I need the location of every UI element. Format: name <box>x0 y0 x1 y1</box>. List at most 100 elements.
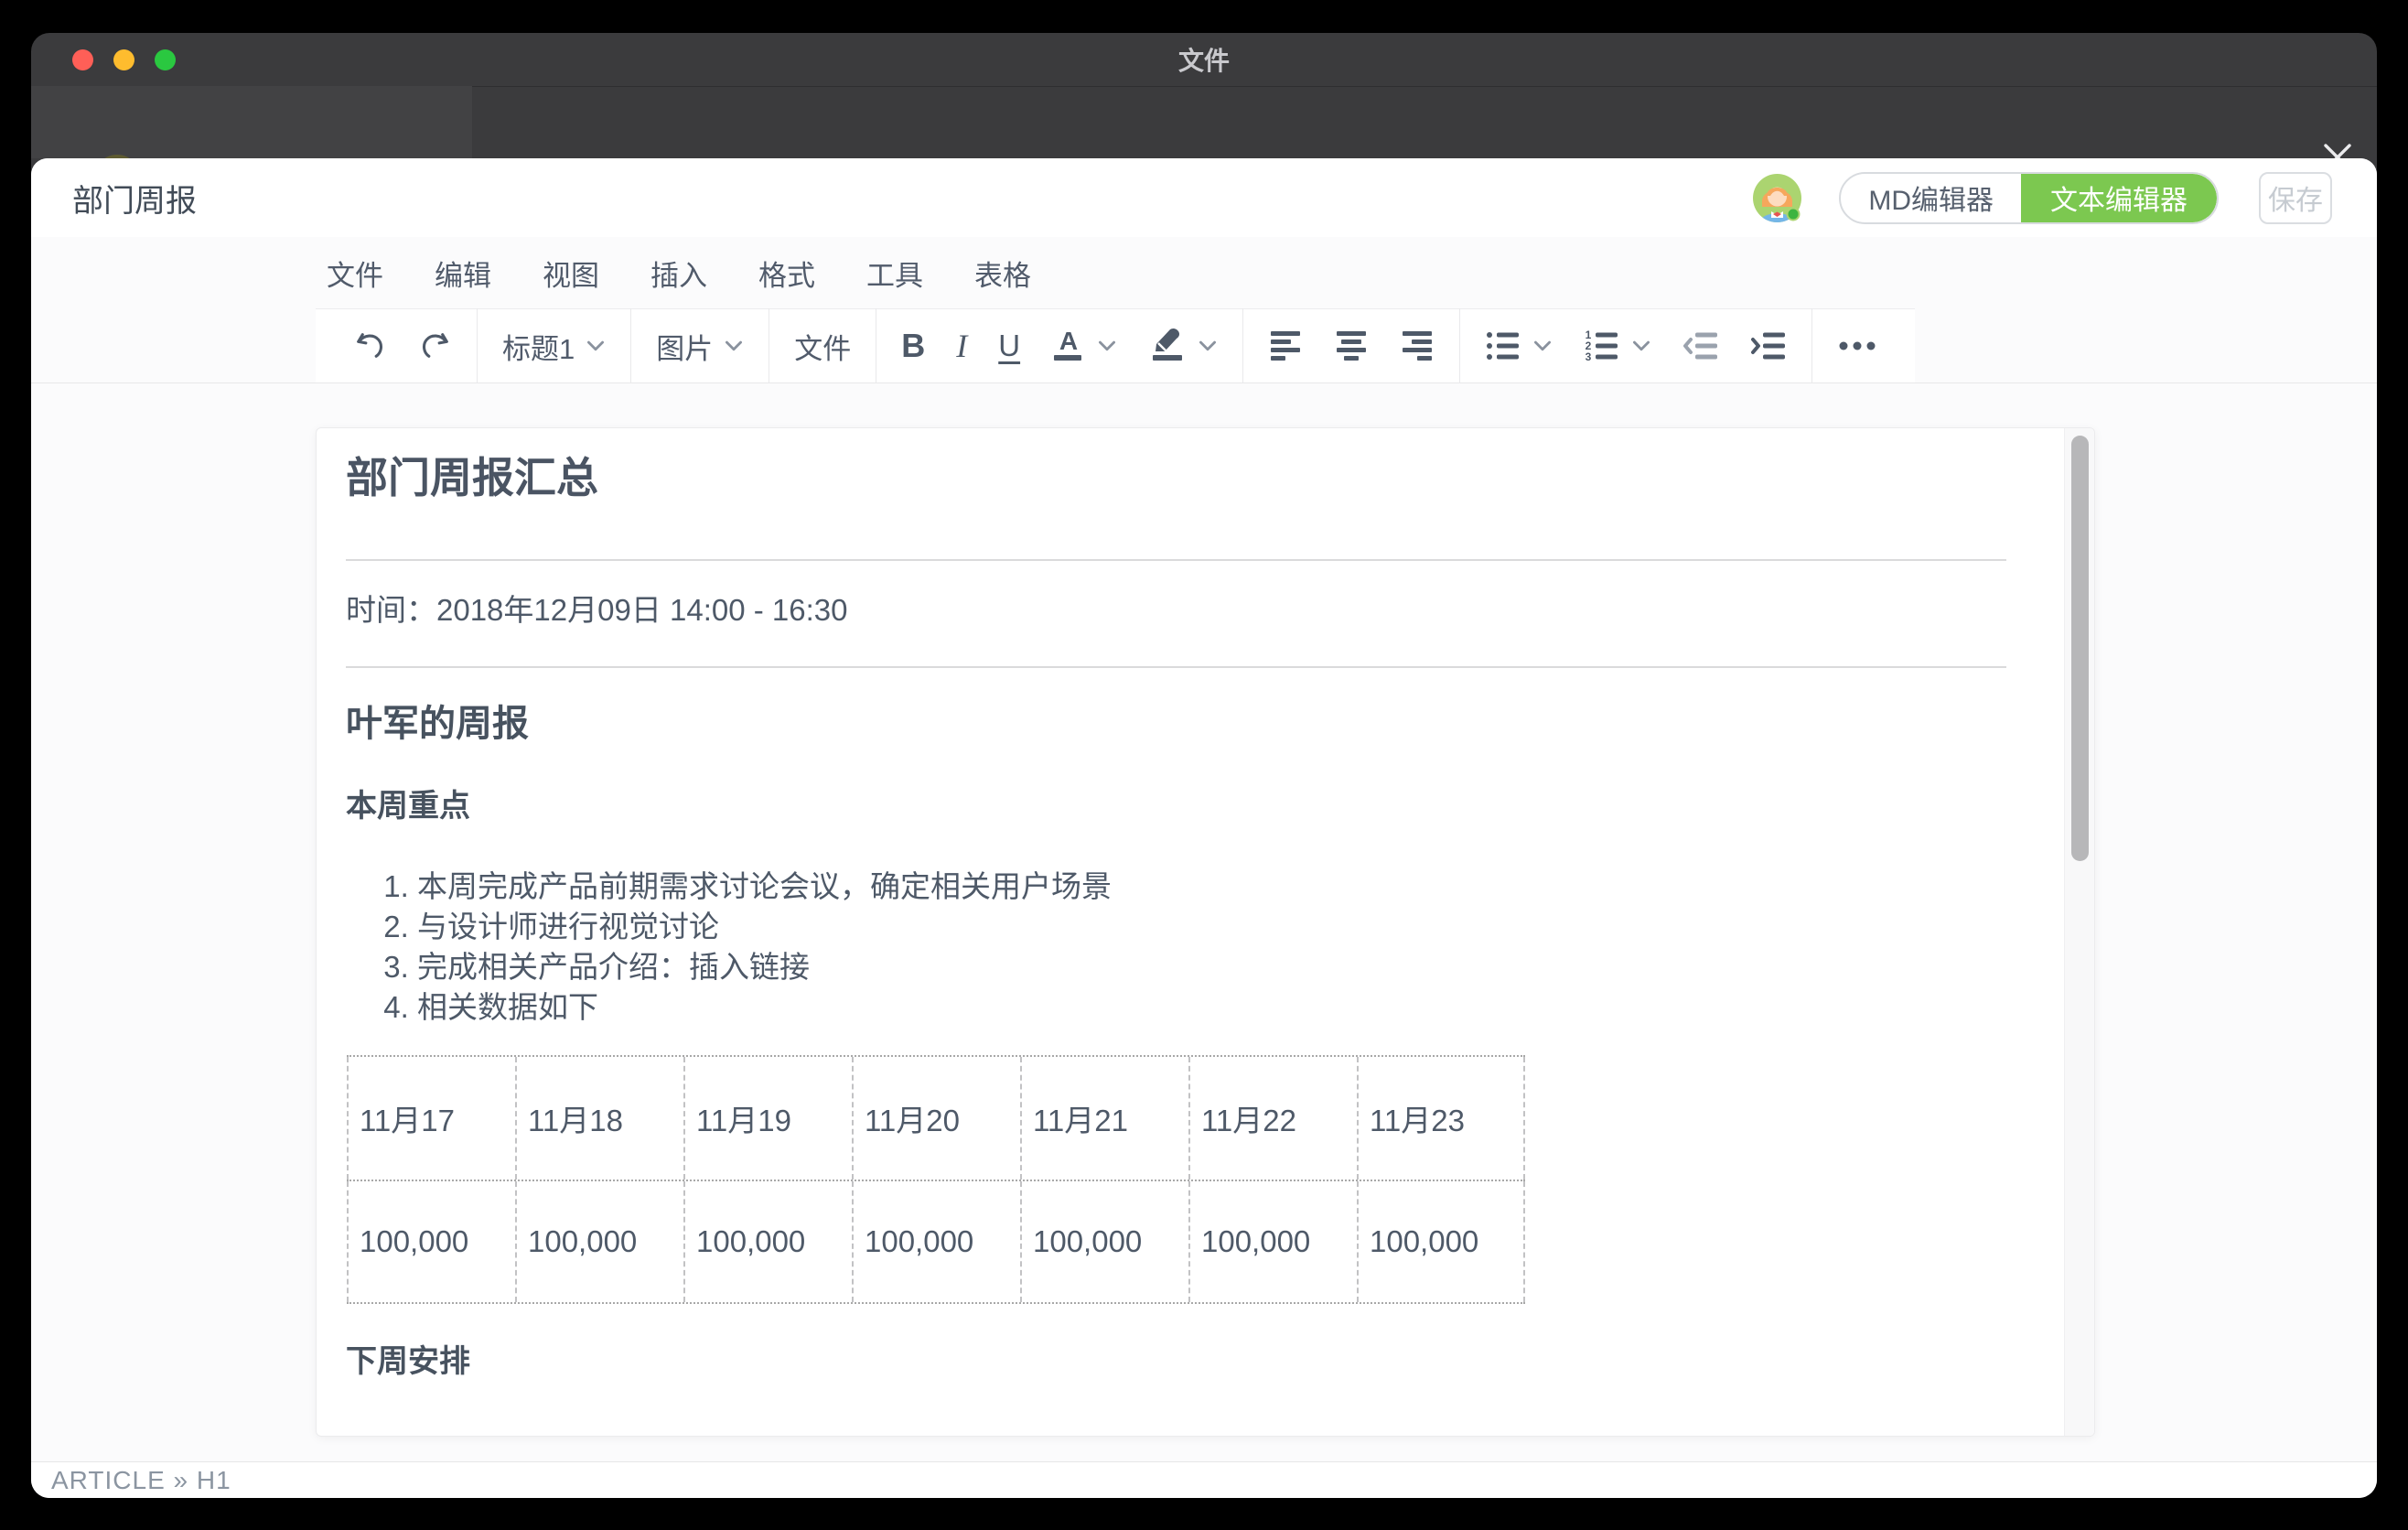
toolbar-row: 标题1 图片 文件 B I <box>31 308 2377 383</box>
doc-heading-2: 叶军的周报 <box>346 699 2006 749</box>
weekly-highlights-list: 本周完成产品前期需求讨论会议，确定相关用户场景与设计师进行视觉讨论完成相关产品介… <box>346 867 2006 1028</box>
table-cell[interactable]: 11月17 <box>347 1057 515 1180</box>
save-button[interactable]: 保存 <box>2259 172 2332 224</box>
menu-bar: 文件 编辑 视图 插入 格式 工具 表格 <box>31 237 2377 308</box>
table-cell[interactable]: 100,000 <box>683 1181 852 1302</box>
menu-item[interactable]: 插入 <box>650 253 707 294</box>
table-value-row: 100,000100,000100,000100,000100,000100,0… <box>347 1180 1525 1304</box>
align-right-icon <box>1400 330 1435 361</box>
underline-button[interactable]: U <box>983 309 1036 382</box>
table-cell[interactable]: 11月23 <box>1357 1057 1525 1180</box>
menu-item[interactable]: 编辑 <box>435 253 491 294</box>
horizontal-rule <box>346 559 2006 561</box>
toolbar-separator <box>1811 308 1812 383</box>
menu-item[interactable]: 文件 <box>327 253 383 294</box>
toolbar: 标题1 图片 文件 B I <box>316 308 1915 382</box>
chevron-down-icon <box>1532 340 1553 352</box>
document-name: 部门周报 <box>72 176 197 221</box>
bullet-list-button[interactable] <box>1469 309 1568 382</box>
indent-button[interactable] <box>1735 309 1802 382</box>
redo-icon <box>418 329 452 363</box>
scrollbar-thumb[interactable] <box>2071 436 2089 861</box>
image-insert-select[interactable]: 图片 <box>640 309 759 382</box>
table-cell[interactable]: 100,000 <box>852 1181 1020 1302</box>
more-tools-button[interactable] <box>1822 309 1893 382</box>
user-avatar[interactable] <box>1753 174 1801 222</box>
toolbar-separator <box>1242 308 1243 383</box>
menu-item[interactable]: 工具 <box>866 253 923 294</box>
chevron-down-icon <box>1097 340 1117 352</box>
svg-text:A: A <box>1059 327 1078 355</box>
bold-button[interactable]: B <box>886 309 941 382</box>
more-dots-icon <box>1837 340 1877 351</box>
file-insert-label: 文件 <box>794 326 851 367</box>
md-editor-tab[interactable]: MD编辑器 <box>1841 174 2021 222</box>
toolbar-separator <box>477 308 478 383</box>
indent-icon <box>1750 329 1787 362</box>
breadcrumb: ARTICLE » H1 <box>51 1466 231 1495</box>
toolbar-separator <box>630 308 631 383</box>
chevron-down-icon <box>586 340 606 352</box>
redo-button[interactable] <box>403 309 468 382</box>
svg-text:3: 3 <box>1586 350 1592 363</box>
table-cell[interactable]: 100,000 <box>1020 1181 1188 1302</box>
list-item: 相关数据如下 <box>417 987 2006 1028</box>
doc-heading-3-next-week: 下周安排 <box>346 1341 2006 1382</box>
table-cell[interactable]: 11月21 <box>1020 1057 1188 1180</box>
list-item: 本周完成产品前期需求讨论会议，确定相关用户场景 <box>417 867 2006 907</box>
document-body: 部门周报汇总 时间：2018年12月09日 14:00 - 16:30 叶军的周… <box>317 428 2094 1382</box>
menu-item[interactable]: 视图 <box>543 253 599 294</box>
table-cell[interactable]: 11月18 <box>515 1057 683 1180</box>
font-color-button[interactable]: A <box>1036 309 1133 382</box>
titlebar: 文件 <box>31 33 2377 87</box>
table-cell[interactable]: 11月20 <box>852 1057 1020 1180</box>
background-sidebar-panel <box>31 86 472 158</box>
highlight-color-button[interactable] <box>1133 309 1233 382</box>
chevron-down-icon <box>1198 340 1218 352</box>
editor-header: 部门周报 <box>31 158 2377 237</box>
table-cell[interactable]: 100,000 <box>1188 1181 1357 1302</box>
data-table: 11月1711月1811月1911月2011月2111月2211月23 100,… <box>347 1055 1525 1304</box>
document-panel[interactable]: 部门周报汇总 时间：2018年12月09日 14:00 - 16:30 叶军的周… <box>316 427 2095 1437</box>
editor-card: 部门周报 <box>31 158 2377 1498</box>
ordered-list-button[interactable]: 1 2 3 <box>1568 309 1667 382</box>
list-item: 与设计师进行视觉讨论 <box>417 907 2006 947</box>
image-insert-label: 图片 <box>656 326 713 367</box>
bullet-list-icon <box>1485 329 1521 362</box>
text-editor-tab[interactable]: 文本编辑器 <box>2021 174 2217 222</box>
menu-item[interactable]: 表格 <box>974 253 1031 294</box>
status-bar: ARTICLE » H1 <box>31 1461 2377 1498</box>
table-cell[interactable]: 100,000 <box>347 1181 515 1302</box>
outdent-icon <box>1682 329 1719 362</box>
ordered-list-icon: 1 2 3 <box>1584 329 1620 362</box>
menu-item[interactable]: 格式 <box>758 253 815 294</box>
table-cell[interactable]: 100,000 <box>1357 1181 1525 1302</box>
undo-button[interactable] <box>338 309 403 382</box>
header-actions: MD编辑器 文本编辑器 保存 <box>1753 172 2332 224</box>
align-right-button[interactable] <box>1384 309 1450 382</box>
highlighter-icon <box>1148 328 1187 364</box>
align-center-button[interactable] <box>1318 309 1384 382</box>
toolbar-separator <box>1459 308 1460 383</box>
meeting-time-line: 时间：2018年12月09日 14:00 - 16:30 <box>346 588 2006 632</box>
editor-mode-switch: MD编辑器 文本编辑器 <box>1839 172 2219 224</box>
heading-style-label: 标题1 <box>502 326 575 367</box>
table-cell[interactable]: 11月22 <box>1188 1057 1357 1180</box>
editor-content-area: 部门周报汇总 时间：2018年12月09日 14:00 - 16:30 叶军的周… <box>31 383 2377 1461</box>
table-cell[interactable]: 100,000 <box>515 1181 683 1302</box>
app-dark-header <box>31 87 2377 158</box>
align-center-icon <box>1334 330 1369 361</box>
table-header-row: 11月1711月1811月1911月2011月2111月2211月23 <box>347 1055 1525 1180</box>
chevron-down-icon <box>724 340 744 352</box>
italic-button[interactable]: I <box>941 309 983 382</box>
file-insert-button[interactable]: 文件 <box>779 309 866 382</box>
list-item: 完成相关产品介绍：插入链接 <box>417 947 2006 987</box>
table-cell[interactable]: 11月19 <box>683 1057 852 1180</box>
undo-icon <box>353 329 387 363</box>
outdent-button[interactable] <box>1667 309 1735 382</box>
heading-style-select[interactable]: 标题1 <box>487 309 621 382</box>
align-left-button[interactable] <box>1252 309 1318 382</box>
scrollbar[interactable] <box>2064 428 2094 1436</box>
font-color-icon: A <box>1051 328 1086 364</box>
doc-heading-3: 本周重点 <box>346 786 2006 826</box>
